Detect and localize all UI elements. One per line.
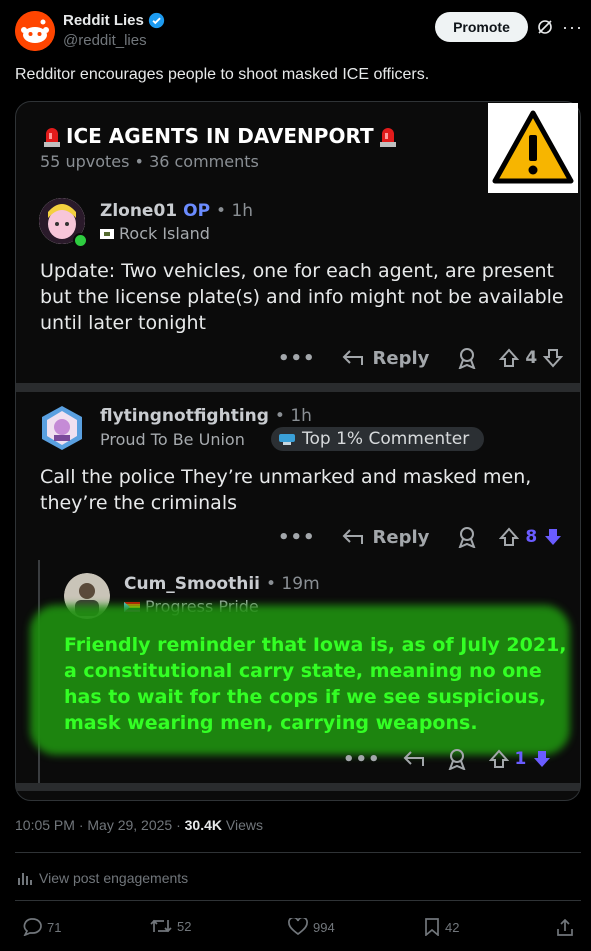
share-icon[interactable]: [556, 919, 574, 937]
comment-text: Update: Two vehicles, one for each agent…: [40, 260, 564, 334]
siren-icon: [42, 125, 62, 147]
op-tag: OP: [183, 201, 211, 221]
reply-icon: [342, 529, 363, 544]
more-options-icon[interactable]: •••: [343, 749, 381, 770]
views-label: Views: [222, 817, 263, 833]
more-options-icon[interactable]: •••: [278, 348, 316, 369]
vote-count: 1: [514, 749, 527, 769]
siren-icon: [378, 125, 398, 147]
award-icon[interactable]: [447, 748, 467, 770]
vote-count: 4: [525, 348, 538, 368]
post-time[interactable]: 10:05 PM · May 29, 2025 ·: [15, 817, 185, 833]
comment-username: flytingnotfighting: [100, 406, 269, 426]
comment-time: • 1h: [216, 201, 254, 221]
warning-sign-image: [488, 103, 578, 193]
downvote-icon-active[interactable]: [543, 527, 563, 547]
reply-icon: [342, 350, 363, 365]
heart-icon: [288, 918, 308, 936]
award-icon[interactable]: [457, 526, 477, 548]
comment-header: Zlone01 OP • 1h: [100, 201, 253, 221]
bookmark-stat-button[interactable]: 42: [424, 918, 459, 936]
reply-button[interactable]: Reply: [342, 527, 429, 548]
divider: [15, 900, 581, 901]
comment-icon: [23, 918, 42, 936]
divider: [15, 852, 581, 853]
reddit-logo-icon: [15, 11, 55, 51]
grok-icon[interactable]: [536, 18, 554, 36]
comment-separator: [16, 383, 580, 392]
like-stat-button[interactable]: 994: [288, 918, 335, 936]
comment-actions: ••• Reply 8: [278, 526, 563, 548]
analytics-icon: [18, 873, 32, 885]
trophy-icon: [277, 431, 297, 447]
reply-icon[interactable]: [403, 750, 425, 768]
online-status-icon: [73, 233, 88, 248]
comment-actions: ••• Reply 4: [278, 347, 564, 369]
comment-header: Cum_Smoothii • 19m: [124, 574, 320, 594]
repost-icon: [150, 919, 172, 933]
comment-text: Call the police They’re unmarked and mas…: [40, 466, 532, 514]
upvote-icon[interactable]: [499, 527, 520, 547]
comment-flair: Proud To Be Union: [100, 430, 245, 449]
comment-flair: Rock Island: [100, 224, 210, 243]
highlighted-comment-text: Friendly reminder that Iowa is, as of Ju…: [64, 634, 567, 734]
comment-username: Cum_Smoothii: [124, 574, 260, 594]
bookmark-icon: [425, 918, 439, 936]
comment-actions: ••• 1: [343, 748, 552, 770]
vote-count: 8: [525, 527, 538, 547]
author-handle[interactable]: @reddit_lies: [63, 32, 147, 49]
tweet-text: Redditor encourages people to shoot mask…: [15, 66, 430, 83]
views-count: 30.4K: [184, 817, 222, 833]
author-avatar[interactable]: [15, 11, 55, 51]
verified-badge-icon: [148, 12, 165, 29]
warning-icon: [492, 110, 574, 184]
comment-username: Zlone01: [100, 201, 178, 221]
comment-time: • 19m: [266, 574, 320, 594]
award-icon[interactable]: [457, 347, 477, 369]
downvote-icon[interactable]: [543, 348, 564, 368]
upvote-icon[interactable]: [499, 348, 520, 368]
promote-button[interactable]: Promote: [435, 12, 528, 42]
upvote-icon[interactable]: [488, 749, 509, 769]
reply-stat-button[interactable]: 71: [22, 918, 61, 936]
reddit-post-meta: 55 upvotes • 36 comments: [40, 152, 259, 171]
repost-stat-button[interactable]: 52: [150, 918, 191, 934]
comment-time: • 1h: [274, 406, 312, 426]
view-engagements-link[interactable]: View post engagements: [17, 870, 188, 886]
more-options-icon[interactable]: •••: [278, 527, 316, 548]
more-options-icon[interactable]: ···: [562, 17, 583, 38]
commenter-avatar: [39, 405, 85, 451]
reply-button[interactable]: Reply: [342, 348, 429, 369]
post-timestamp: 10:05 PM · May 29, 2025 · 30.4K Views: [15, 817, 263, 833]
reddit-post-title: ICE AGENTS IN DAVENPORT: [42, 124, 398, 148]
comment-separator: [16, 783, 580, 791]
comment-header: flytingnotfighting • 1h: [100, 406, 312, 426]
top-commenter-badge: Top 1% Commenter: [271, 427, 484, 451]
flag-icon: [100, 228, 114, 239]
author-name[interactable]: Reddit Lies: [63, 12, 165, 29]
downvote-icon-active[interactable]: [532, 749, 552, 769]
